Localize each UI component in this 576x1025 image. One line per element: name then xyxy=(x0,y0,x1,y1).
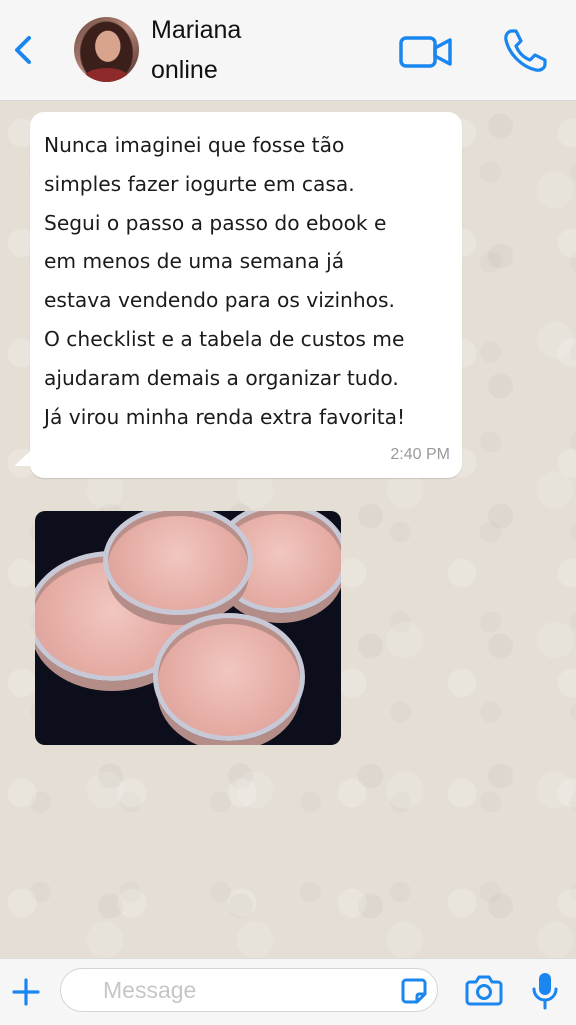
yogurt-cup-image xyxy=(103,511,253,615)
contact-name[interactable]: Mariana xyxy=(151,16,241,45)
camera-icon[interactable] xyxy=(465,973,503,1007)
phone-icon[interactable] xyxy=(500,26,550,76)
microphone-icon[interactable] xyxy=(532,971,558,1011)
message-text: Nunca imaginei que fosse tão simples faz… xyxy=(44,133,406,429)
sticker-icon[interactable] xyxy=(400,977,428,1005)
avatar[interactable] xyxy=(74,17,139,82)
message-input[interactable] xyxy=(60,968,438,1012)
contact-status: online xyxy=(151,56,218,84)
plus-icon[interactable] xyxy=(10,976,42,1008)
chat-header: Mariana online xyxy=(0,0,576,101)
composer-bar xyxy=(0,958,576,1025)
yogurt-cup-image xyxy=(153,613,305,741)
chevron-left-icon[interactable] xyxy=(8,30,38,70)
image-message[interactable] xyxy=(35,511,341,745)
message-bubble[interactable]: Nunca imaginei que fosse tão simples faz… xyxy=(30,112,462,478)
message-timestamp: 2:40 PM xyxy=(390,446,450,463)
video-camera-icon[interactable] xyxy=(398,32,454,72)
